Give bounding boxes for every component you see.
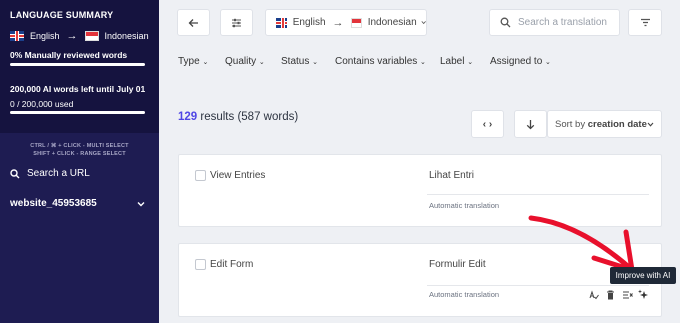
annotation-arrow — [528, 215, 635, 273]
improve-with-ai-tooltip: Improve with AI — [610, 267, 676, 284]
